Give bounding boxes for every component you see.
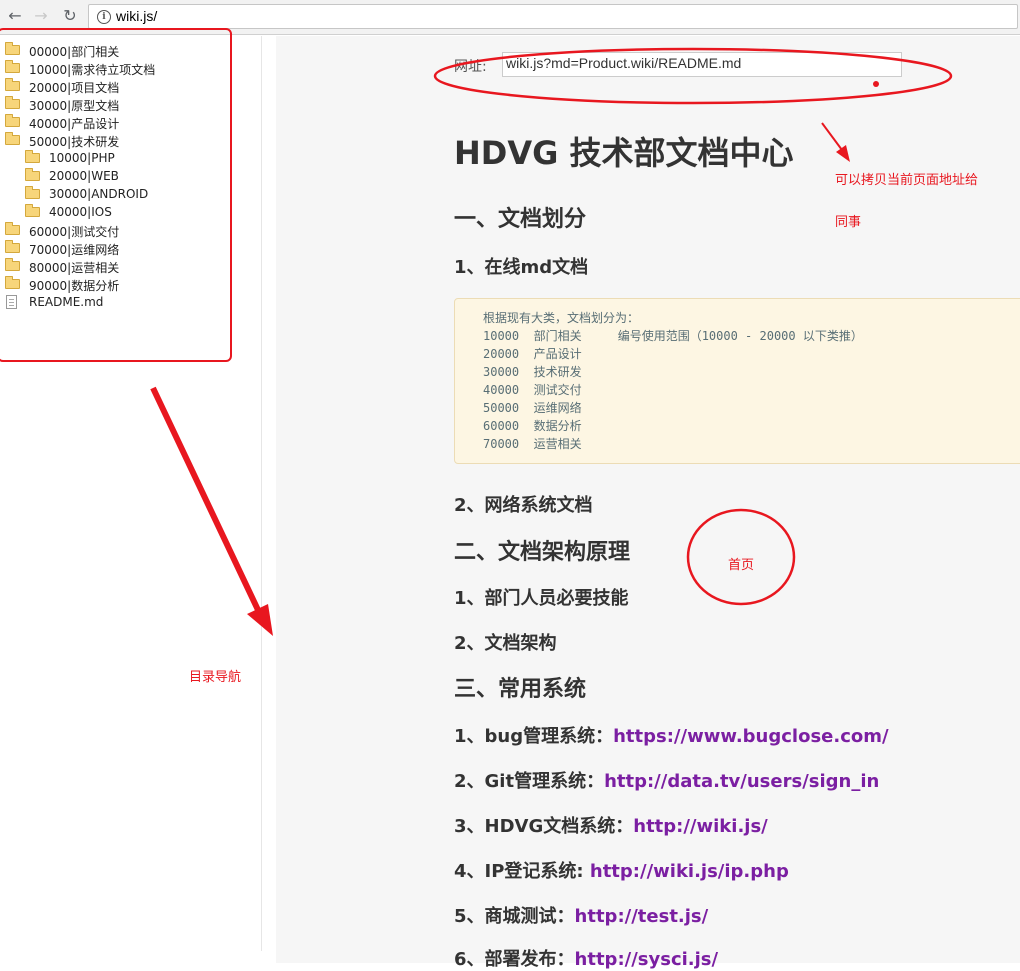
subheading-online-md: 1、在线md文档	[454, 257, 589, 278]
info-icon[interactable]: i	[97, 10, 111, 24]
system-item-wiki: 3、HDVG文档系统：http://wiki.js/	[454, 812, 768, 838]
system-link-git[interactable]: http://data.tv/users/sign_in	[604, 771, 879, 792]
address-label: 网址:	[454, 59, 487, 75]
system-link-bug[interactable]: https://www.bugclose.com/	[613, 726, 888, 747]
annotation-copy-note-line1: 可以拷贝当前页面地址给	[835, 173, 979, 188]
system-item-git: 2、Git管理系统：http://data.tv/users/sign_in	[454, 767, 879, 793]
url-text[interactable]: wiki.js/	[116, 8, 157, 24]
back-arrow-icon[interactable]: ←	[5, 6, 25, 26]
code-line: 40000 测试交付	[483, 383, 582, 397]
forward-arrow-icon[interactable]: →	[31, 6, 51, 26]
address-bar[interactable]: i wiki.js/	[88, 4, 1018, 29]
system-link-ip[interactable]: http://wiki.js/ip.php	[590, 861, 789, 882]
system-label: 2、Git管理系统：	[454, 771, 605, 792]
section-heading-doc-division: 一、文档划分	[454, 207, 587, 232]
section-heading-common-systems: 三、常用系统	[454, 677, 587, 702]
subheading-required-skills: 1、部门人员必要技能	[454, 588, 629, 609]
code-line: 60000 数据分析	[483, 419, 582, 433]
code-line: 20000 产品设计	[483, 347, 582, 361]
code-block: 根据现有大类，文档划分为： 10000 部门相关 编号使用范围（10000 - …	[454, 298, 1020, 464]
subheading-network-docs: 2、网络系统文档	[454, 495, 593, 516]
system-label: 3、HDVG文档系统：	[454, 816, 634, 837]
system-link-shop-test[interactable]: http://test.js/	[575, 906, 709, 927]
system-link-wiki[interactable]: http://wiki.js/	[633, 816, 768, 837]
code-line: 根据现有大类，文档划分为：	[483, 311, 640, 325]
section-heading-architecture: 二、文档架构原理	[454, 540, 631, 565]
code-line: 30000 技术研发	[483, 365, 582, 379]
subheading-doc-architecture: 2、文档架构	[454, 633, 557, 654]
address-field[interactable]: wiki.js?md=Product.wiki/README.md	[502, 52, 902, 77]
system-item-shop-test: 5、商城测试：http://test.js/	[454, 902, 708, 928]
annotation-nav-note: 目录导航	[189, 670, 242, 685]
annotation-home-note: 首页	[728, 558, 755, 573]
annotation-sidebar-box	[0, 28, 232, 362]
system-label: 4、IP登记系统:	[454, 861, 590, 882]
system-link-deploy[interactable]: http://sysci.js/	[575, 949, 719, 970]
system-item-bug: 1、bug管理系统：https://www.bugclose.com/	[454, 722, 889, 748]
page-title: HDVG 技术部文档中心	[454, 134, 794, 172]
system-item-deploy: 6、部署发布：http://sysci.js/	[454, 945, 718, 971]
code-line: 50000 运维网络	[483, 401, 582, 415]
system-item-ip: 4、IP登记系统: http://wiki.js/ip.php	[454, 857, 789, 883]
system-label: 6、部署发布：	[454, 949, 575, 970]
reload-icon[interactable]: ↻	[60, 6, 80, 26]
system-label: 1、bug管理系统：	[454, 726, 614, 747]
system-label: 5、商城测试：	[454, 906, 575, 927]
code-line: 10000 部门相关 编号使用范围（10000 - 20000 以下类推）	[483, 329, 863, 343]
code-line: 70000 运营相关	[483, 437, 582, 451]
annotation-copy-note-line2: 同事	[835, 215, 862, 230]
